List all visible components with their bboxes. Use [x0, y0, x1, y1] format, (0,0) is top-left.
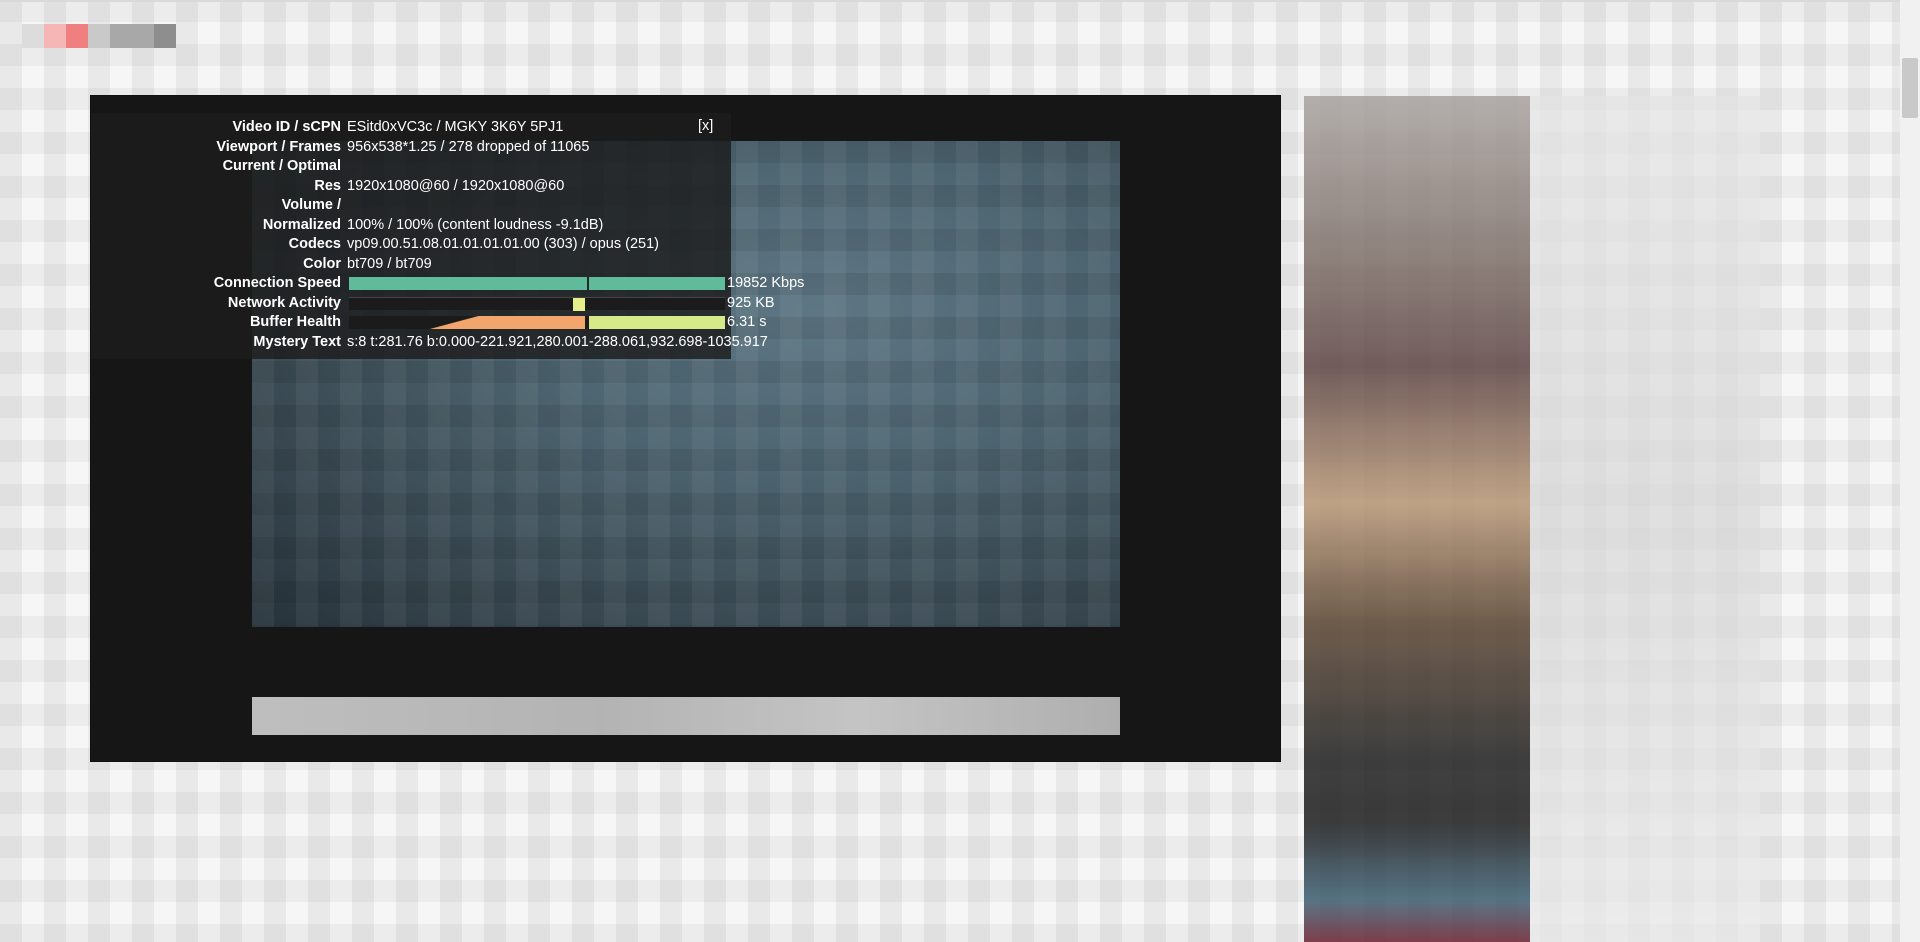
stats-value: ESitd0xVC3c / MGKY 3K6Y 5PJ1 [347, 119, 564, 135]
scrollbar-thumb[interactable] [1902, 58, 1918, 118]
stats-row: Res 1920x1080@60 / 1920x1080@60 [91, 177, 731, 197]
stats-label: Network Activity [227, 295, 341, 311]
stats-label: Mystery Text [253, 334, 341, 350]
stats-label: Res [314, 178, 341, 194]
stats-row: Volume / [91, 196, 731, 216]
top-border [0, 0, 1920, 2]
stats-value: 100% / 100% (content loudness -9.1dB) [347, 217, 604, 233]
network-activity-bar [349, 297, 725, 311]
stats-value: 1920x1080@60 / 1920x1080@60 [347, 178, 565, 194]
connection-speed-bar [349, 277, 587, 290]
stats-row: Viewport / Frames 956x538*1.25 / 278 dro… [91, 138, 731, 158]
stats-row: Video ID / sCPN ESitd0xVC3c / MGKY 3K6Y … [91, 118, 731, 138]
stats-row: Codecs vp09.00.51.08.01.01.01.01.00 (303… [91, 235, 731, 255]
stats-label: Volume / [281, 197, 341, 213]
network-activity-fill [573, 298, 585, 311]
stats-label: Video ID / sCPN [232, 119, 341, 135]
stats-label: Color [303, 256, 341, 272]
stats-row: Mystery Text s:8 t:281.76 b:0.000-221.92… [91, 333, 767, 353]
stats-for-nerds-panel: Video ID / sCPN ESitd0xVC3c / MGKY 3K6Y … [91, 113, 805, 359]
stats-row: Current / Optimal [91, 157, 731, 177]
close-stats-button[interactable]: [x] [698, 118, 713, 134]
buffer-health-history [349, 316, 585, 329]
stats-value: vp09.00.51.08.01.01.01.01.00 (303) / opu… [347, 236, 659, 252]
connection-speed-row: Connection Speed 19852 Kbps [91, 274, 805, 294]
stats-value: 956x538*1.25 / 278 dropped of 11065 [347, 139, 590, 155]
network-activity-value: 925 KB [727, 295, 775, 311]
stats-label: Normalized [262, 217, 341, 233]
stats-label: Connection Speed [213, 275, 341, 291]
stats-value: s:8 t:281.76 b:0.000-221.921,280.001-288… [347, 334, 768, 350]
buffer-health-row: Buffer Health 6.31 s [91, 313, 767, 333]
recommendations-thumbnails[interactable] [1304, 96, 1530, 942]
connection-speed-bar-right [589, 277, 725, 290]
buffer-health-fill [589, 316, 725, 329]
buffer-health-bar [349, 316, 725, 329]
stats-label: Codecs [288, 236, 341, 252]
stats-value: bt709 / bt709 [347, 256, 432, 272]
recommendations-text[interactable] [1530, 96, 1760, 942]
network-activity-row: Network Activity 925 KB [91, 294, 775, 314]
site-logo[interactable] [22, 24, 176, 48]
buffer-health-value: 6.31 s [727, 314, 767, 330]
video-bottom-strip [252, 697, 1120, 735]
stats-row: Color bt709 / bt709 [91, 255, 731, 275]
stats-label: Current / Optimal [222, 158, 341, 174]
stats-row: Normalized 100% / 100% (content loudness… [91, 216, 731, 236]
connection-speed-value: 19852 Kbps [727, 275, 805, 291]
stats-label: Viewport / Frames [216, 139, 341, 155]
page-scrollbar[interactable] [1900, 0, 1920, 942]
stats-label: Buffer Health [249, 314, 341, 330]
